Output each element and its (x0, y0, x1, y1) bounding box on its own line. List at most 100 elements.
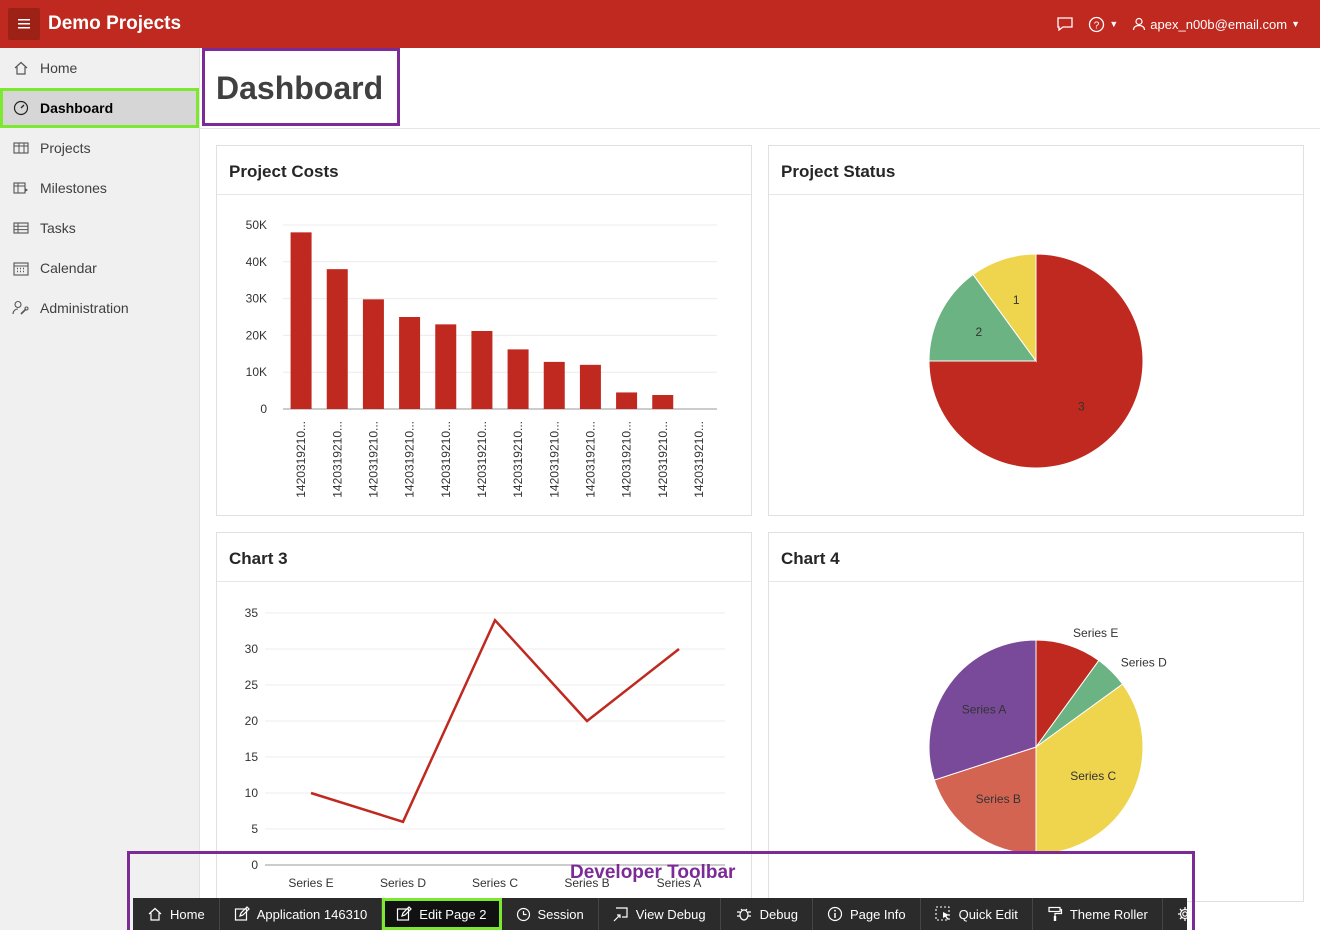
chevron-down-icon: ▼ (1291, 19, 1300, 29)
dev-button-label: Debug (759, 906, 798, 922)
y-tick-label: 40K (246, 255, 267, 269)
dev-settings-button[interactable] (1163, 898, 1207, 930)
hamburger-icon (18, 19, 30, 29)
feedback-button[interactable] (1056, 16, 1074, 32)
x-tick-label: 1420319210... (656, 421, 670, 498)
dev-session-button[interactable]: Session (502, 898, 599, 930)
x-tick-label: 1420319210... (475, 421, 489, 498)
page-title-region: Dashboard (200, 48, 1320, 129)
dev-quick-edit-button[interactable]: Quick Edit (921, 898, 1033, 930)
region-title: Project Status (769, 146, 1303, 195)
y-tick-label: 10K (246, 365, 267, 379)
x-tick-label: 1420319210... (403, 421, 417, 498)
y-tick-label: 10 (245, 786, 259, 800)
bar (399, 317, 421, 409)
menu-toggle-button[interactable] (8, 8, 40, 40)
sidebar-item-milestones[interactable]: Milestones (0, 168, 199, 208)
edit-icon (397, 906, 413, 921)
dashboard-gauge-icon (12, 99, 30, 117)
dev-edit-page-button[interactable]: Edit Page 2 (382, 898, 502, 930)
x-tick-label: 1420319210... (511, 421, 525, 498)
y-tick-label: 0 (260, 402, 267, 416)
y-tick-label: 5 (251, 822, 258, 836)
x-tick-label: 1420319210... (583, 421, 597, 498)
dev-home-button[interactable]: Home (133, 898, 220, 930)
sidebar-item-projects[interactable]: Projects (0, 128, 199, 168)
quick-edit-icon (935, 906, 950, 921)
chat-bubble-icon (1057, 17, 1074, 32)
view-debug-icon (613, 907, 628, 922)
sidebar-item-administration[interactable]: Administration (0, 288, 199, 328)
home-icon (148, 907, 162, 921)
bar (435, 324, 457, 409)
bar (290, 232, 312, 409)
y-tick-label: 20K (246, 328, 267, 342)
dev-theme-roller-button[interactable]: Theme Roller (1033, 898, 1163, 930)
clock-icon (516, 907, 530, 921)
app-title[interactable]: Demo Projects (48, 13, 181, 35)
app-header: Demo Projects ? ▼ apex_n00b@email.com ▼ (0, 0, 1320, 48)
help-menu-button[interactable]: ? ▼ (1088, 16, 1118, 33)
x-tick-label: 1420319210... (439, 421, 453, 498)
user-name: apex_n00b@email.com (1150, 16, 1288, 32)
gear-icon (1177, 907, 1192, 921)
help-icon: ? (1089, 16, 1105, 32)
y-tick-label: 50K (246, 218, 267, 232)
sidebar-item-dashboard[interactable]: Dashboard (0, 88, 199, 128)
x-tick-label: 1420319210... (366, 421, 380, 498)
region-title: Project Costs (217, 146, 751, 195)
region-title: Chart 4 (769, 533, 1303, 582)
region-chart-3: Chart 3 0 5 10 15 20 25 30 35 Series E Series D Se… (216, 532, 752, 902)
pie-label: 2 (975, 325, 982, 339)
sidebar-item-label: Home (40, 60, 78, 76)
sidebar-item-calendar[interactable]: Calendar (0, 248, 199, 288)
sidebar-item-label: Milestones (40, 180, 107, 196)
bar (579, 364, 601, 409)
developer-toolbar: Home Application 146310 Edit Page 2 Sess… (133, 898, 1192, 930)
dev-application-button[interactable]: Application 146310 (220, 898, 383, 930)
pie-label: Series E (1073, 626, 1118, 640)
region-chart-4: Chart 4 Series E Series D Series C Series B… (768, 532, 1304, 902)
dev-view-debug-button[interactable]: View Debug (599, 898, 721, 930)
edit-icon (234, 906, 250, 921)
pie-label: 1 (1013, 293, 1020, 307)
dev-button-label: Home (170, 906, 205, 922)
region-project-status: Project Status 3 2 1 (768, 145, 1304, 516)
y-tick-label: 20 (245, 714, 259, 728)
sidebar-item-label: Dashboard (40, 100, 114, 116)
y-tick-label: 15 (245, 750, 259, 764)
pie-label: Series D (1121, 655, 1167, 669)
dev-button-label: Edit Page 2 (419, 906, 487, 922)
dev-button-label: Page Info (849, 906, 906, 922)
user-menu-button[interactable]: apex_n00b@email.com ▼ (1132, 17, 1300, 32)
dev-debug-button[interactable]: Debug (721, 898, 813, 930)
region-title: Chart 3 (217, 533, 751, 582)
sidebar-item-label: Calendar (40, 260, 97, 276)
sidebar-item-label: Projects (40, 140, 91, 156)
sidebar-item-tasks[interactable]: Tasks (0, 208, 199, 248)
y-tick-label: 30 (245, 642, 259, 656)
bar (543, 361, 565, 409)
sidebar-item-label: Tasks (40, 220, 76, 236)
x-tick-label: 1420319210... (294, 421, 308, 498)
home-icon (12, 59, 30, 77)
dev-button-label: Application 146310 (256, 906, 368, 922)
dev-button-label: View Debug (635, 906, 706, 922)
dev-page-info-button[interactable]: Page Info (813, 898, 921, 930)
list-table-icon (12, 219, 30, 237)
user-wrench-icon (12, 299, 30, 317)
x-tick-label: 1420319210... (692, 421, 706, 498)
user-icon (1133, 17, 1146, 31)
chevron-down-icon: ▼ (1109, 19, 1119, 29)
sidebar-nav: Home Dashboard Projects Milestones Tasks… (0, 48, 200, 930)
y-tick-label: 35 (245, 606, 259, 620)
sidebar-item-label: Administration (40, 300, 129, 316)
calendar-icon (12, 259, 30, 277)
milestones-icon (12, 179, 30, 197)
table-icon (12, 139, 30, 157)
sidebar-item-home[interactable]: Home (0, 48, 199, 88)
bar (362, 299, 384, 409)
pie-label: 3 (1078, 399, 1085, 413)
dev-button-label: Theme Roller (1069, 906, 1148, 922)
paint-roller-icon (1048, 906, 1062, 921)
